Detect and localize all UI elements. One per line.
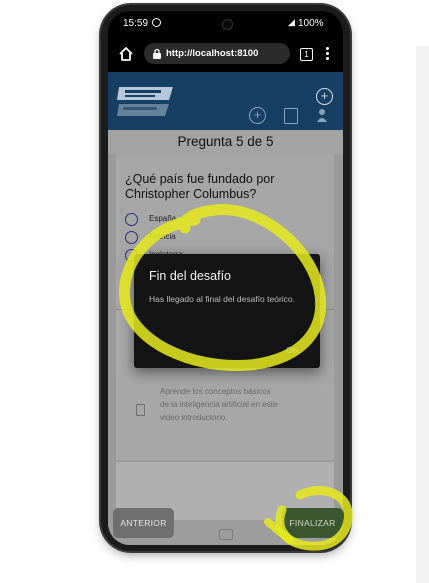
dialog-title: Fin del desafío	[149, 269, 231, 283]
tabs-count-icon[interactable]: 1	[300, 48, 313, 61]
previous-button[interactable]: ANTERIOR	[113, 508, 174, 538]
address-bar[interactable]: http://localhost:8100	[144, 43, 290, 64]
video-icon[interactable]	[219, 529, 233, 540]
option-espana[interactable]: España	[125, 213, 305, 227]
browser-toolbar: http://localhost:8100 1	[108, 35, 343, 72]
radio-button[interactable]	[125, 213, 138, 226]
user-icon[interactable]	[317, 108, 327, 122]
question-counter: Pregunta 5 de 5	[108, 130, 343, 154]
url-text: http://localhost:8100	[166, 48, 259, 59]
option-francia[interactable]: Francia	[125, 231, 305, 245]
card-description: Aprende los conceptos básicos de la inte…	[160, 387, 278, 422]
browser-menu-icon[interactable]	[326, 47, 330, 61]
phone-frame: 15:59 ◢ 100% http://localhost:8100 1 + +…	[101, 5, 350, 551]
ok-button[interactable]: OK	[286, 345, 299, 355]
lock-icon	[153, 48, 161, 59]
add-circle-icon[interactable]: +	[316, 88, 333, 105]
app-content: + + Pregunta 5 de 5 ¿Qué país fue fundad…	[108, 72, 343, 545]
dialog-message: Has llegado al final del desafío teórico…	[149, 294, 296, 304]
end-challenge-dialog: Fin del desafío Has llegado al final del…	[134, 254, 320, 368]
app-logo	[117, 87, 173, 116]
phone-screen: 15:59 ◢ 100% http://localhost:8100 1 + +…	[108, 11, 343, 545]
option-label: España	[149, 214, 177, 223]
right-side-panel	[416, 46, 429, 583]
signal-icon: ◢	[288, 17, 295, 27]
battery-level: 100%	[298, 18, 324, 29]
app-header: + +	[108, 72, 343, 130]
add-icon[interactable]: +	[249, 107, 266, 124]
option-label: Francia	[149, 232, 176, 241]
whatsapp-icon	[152, 18, 161, 27]
status-time: 15:59	[123, 18, 149, 29]
finish-button[interactable]: FINALIZAR	[282, 508, 343, 538]
home-icon[interactable]	[118, 46, 134, 62]
document-icon[interactable]	[284, 108, 298, 124]
front-camera	[222, 19, 233, 30]
radio-button[interactable]	[125, 231, 138, 244]
document-icon	[136, 404, 145, 416]
question-text: ¿Qué país fue fundado por Christopher Co…	[125, 172, 275, 201]
status-bar: 15:59 ◢ 100%	[108, 11, 343, 35]
